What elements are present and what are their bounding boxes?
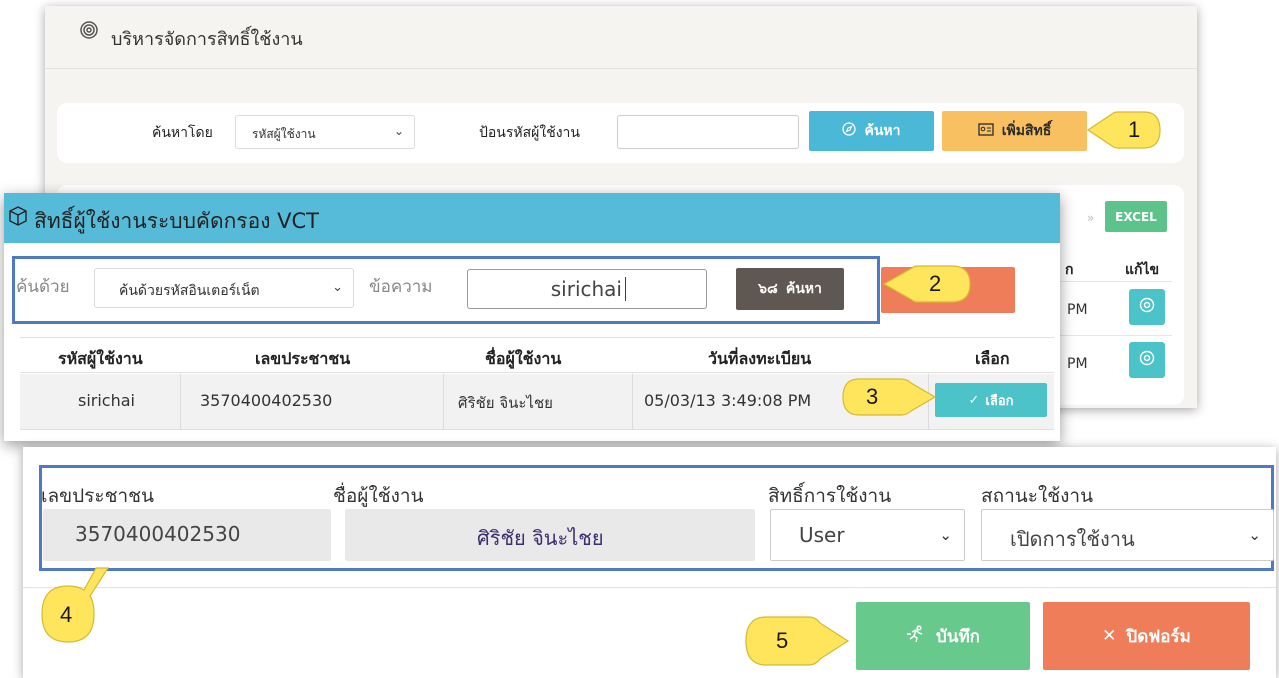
divider xyxy=(1052,335,1172,336)
user-permission-form: เลขประชาชน ชื่อผู้ใช้งาน สิทธิ์การใช้งาน… xyxy=(23,447,1276,678)
divider xyxy=(632,374,633,430)
save-button[interactable]: บันทึก xyxy=(856,602,1030,670)
status-label: สถานะใช้งาน xyxy=(981,485,1094,507)
dialog-text-input[interactable]: sirichai xyxy=(467,269,707,309)
divider xyxy=(180,374,181,430)
column-header-citizen-id: เลขประชาชน xyxy=(255,349,351,368)
divider xyxy=(443,374,444,430)
excel-export-button[interactable]: EXCEL xyxy=(1105,201,1167,232)
column-header-name: ชื่อผู้ใช้งาน xyxy=(485,349,562,368)
callout-2: 2 xyxy=(882,262,974,310)
callout-number: 2 xyxy=(929,271,942,296)
callout-number: 1 xyxy=(1128,117,1141,142)
user-circle-icon xyxy=(1139,297,1155,317)
callout-number: 3 xyxy=(866,384,879,409)
searchby-select[interactable]: รหัสผู้ใช้งาน ⌄ xyxy=(235,115,415,149)
userid-input[interactable] xyxy=(617,115,799,149)
role-value: User xyxy=(799,523,845,547)
compass-icon xyxy=(842,122,857,140)
row-time-partial: PM xyxy=(1067,356,1088,372)
dialog-searchby-label: ค้นด้วย xyxy=(16,277,70,297)
check-icon: ✓ xyxy=(968,392,980,408)
divider xyxy=(23,587,1276,588)
chevron-down-icon: ⌄ xyxy=(939,526,952,544)
search-button-label: ค้นหา xyxy=(864,123,901,139)
name-field: ศิริชัย จินะไชย xyxy=(345,509,755,561)
citizen-id-label: เลขประชาชน xyxy=(41,485,155,507)
dialog-text-value: sirichai xyxy=(550,277,622,301)
search-icon: ๖๘ xyxy=(758,281,778,297)
citizen-id-value: 3570400402530 xyxy=(75,522,241,546)
save-button-label: บันทึก xyxy=(936,626,980,647)
search-button[interactable]: ค้นหา xyxy=(809,111,934,151)
dialog-search-button[interactable]: ๖๘ ค้นหา xyxy=(736,268,844,310)
cell-userid: sirichai xyxy=(78,391,135,410)
edit-button[interactable] xyxy=(1129,342,1165,378)
page-title: บริหารจัดการสิทธิ์ใช้งาน xyxy=(111,29,303,50)
chevron-down-icon: ⌄ xyxy=(1248,526,1261,544)
dialog-text-label: ข้อความ xyxy=(369,277,433,297)
role-label: สิทธิ์การใช้งาน xyxy=(768,485,892,507)
role-select[interactable]: User ⌄ xyxy=(770,509,965,561)
column-header-edit: แก้ไข xyxy=(1125,262,1160,278)
callout-number: 5 xyxy=(776,628,789,653)
column-header-userid: รหัสผู้ใช้งาน xyxy=(58,349,143,368)
name-label: ชื่อผู้ใช้งาน xyxy=(333,485,424,507)
column-header-registered: วันที่ลงทะเบียน xyxy=(708,349,812,368)
searchby-label: ค้นหาโดย xyxy=(152,125,213,141)
close-form-label: ปิดฟอร์ม xyxy=(1126,626,1191,647)
dialog-searchby-value: ค้นด้วยรหัสอินเตอร์เน็ต xyxy=(119,283,260,299)
running-icon xyxy=(906,624,926,648)
status-value: เปิดการใช้งาน xyxy=(1010,527,1135,551)
cell-citizen-id: 3570400402530 xyxy=(200,391,333,410)
callout-5: 5 xyxy=(742,613,852,673)
userid-label: ป้อนรหัสผู้ใช้งาน xyxy=(479,125,580,141)
pager-next[interactable]: » xyxy=(1087,211,1094,225)
dialog-search-label: ค้นหา xyxy=(785,281,822,297)
dialog-title: สิทธิ์ผู้ใช้งานระบบคัดกรอง VCT xyxy=(34,209,319,233)
chevron-down-icon: ⌄ xyxy=(393,124,404,138)
add-permission-label: เพิ่มสิทธิ์ xyxy=(1001,123,1052,139)
close-icon: ✕ xyxy=(1102,626,1117,646)
search-card: ค้นหาโดย รหัสผู้ใช้งาน ⌄ ป้อนรหัสผู้ใช้ง… xyxy=(57,103,1184,163)
column-header-partial: ก xyxy=(1065,262,1074,278)
cell-name: ศิริชัย จินะไชย xyxy=(458,394,553,412)
close-form-button[interactable]: ✕ ปิดฟอร์ม xyxy=(1043,602,1250,670)
callout-1: 1 xyxy=(1086,108,1164,156)
dialog-searchby-select[interactable]: ค้นด้วยรหัสอินเตอร์เน็ต ⌄ xyxy=(94,268,354,308)
cell-registered: 05/03/13 3:49:08 PM xyxy=(644,391,812,410)
select-user-button[interactable]: ✓ เลือก xyxy=(935,383,1047,417)
user-circle-icon xyxy=(1139,350,1155,370)
callout-number: 4 xyxy=(60,602,73,627)
column-header-select: เลือก xyxy=(975,349,1010,368)
cube-icon xyxy=(8,205,28,232)
callout-4: 4 xyxy=(38,566,128,650)
select-user-label: เลือก xyxy=(985,393,1014,409)
edit-button[interactable] xyxy=(1129,289,1165,325)
row-time-partial: PM xyxy=(1067,302,1088,318)
chevron-down-icon: ⌄ xyxy=(332,280,343,295)
fingerprint-icon xyxy=(79,20,99,45)
citizen-id-field: 3570400402530 xyxy=(43,509,331,561)
dialog-header: สิทธิ์ผู้ใช้งานระบบคัดกรอง VCT xyxy=(4,193,1060,243)
divider xyxy=(1052,281,1172,282)
divider xyxy=(45,68,1197,69)
add-permission-button[interactable]: เพิ่มสิทธิ์ xyxy=(942,111,1087,151)
callout-3: 3 xyxy=(839,375,937,423)
searchby-value: รหัสผู้ใช้งาน xyxy=(252,127,316,141)
name-value: ศิริชัย จินะไชย xyxy=(477,526,604,550)
id-card-icon xyxy=(978,122,994,140)
status-select[interactable]: เปิดการใช้งาน ⌄ xyxy=(981,509,1274,561)
text-caret xyxy=(625,277,626,301)
table-header: รหัสผู้ใช้งาน เลขประชาชน ชื่อผู้ใช้งาน ว… xyxy=(20,337,1054,373)
